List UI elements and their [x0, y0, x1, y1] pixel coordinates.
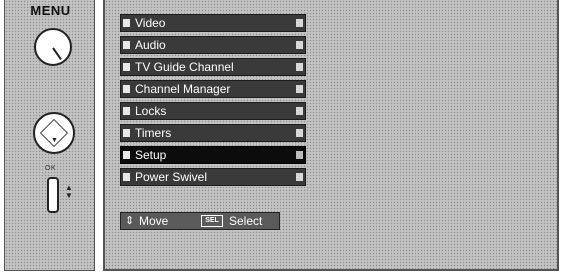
menu-item-end-cap [296, 173, 303, 181]
menu-item-tab [123, 107, 130, 115]
menu-item-tab [123, 151, 130, 159]
menu-item-end-cap [296, 151, 303, 159]
menu-item-locks[interactable]: Locks [120, 102, 306, 120]
menu-item-tab [123, 41, 130, 49]
dpad-down-arrow-icon: ▼ [51, 137, 58, 144]
menu-item-audio[interactable]: Audio [120, 36, 306, 54]
menu-item-label: Audio [135, 38, 166, 52]
channel-slider[interactable] [47, 177, 59, 213]
menu-item-timers[interactable]: Timers [120, 124, 306, 142]
menu-item-end-cap [296, 19, 303, 27]
menu-item-tab [123, 85, 130, 93]
menu-item-power-swivel[interactable]: Power Swivel [120, 168, 306, 186]
ok-label: OK [45, 165, 57, 172]
menu-button-icon[interactable] [34, 28, 72, 66]
menu-item-video[interactable]: Video [120, 14, 306, 32]
menu-title: MENU [30, 3, 71, 18]
remote-panel: MENU ▼ OK ▲ ▼ [4, 0, 95, 271]
menu-item-end-cap [296, 63, 303, 71]
menu-item-label: Channel Manager [135, 82, 231, 96]
menu-item-setup[interactable]: Setup [120, 146, 306, 164]
up-down-arrow-icon: ⇕ [125, 215, 135, 227]
menu-item-label: TV Guide Channel [135, 60, 234, 74]
menu-item-label: Video [135, 16, 166, 30]
menu-item-tab [123, 129, 130, 137]
menu-knob-indicator [52, 47, 62, 61]
select-hint-label: Select [229, 214, 263, 228]
menu-item-label: Power Swivel [135, 170, 208, 184]
menu-item-label: Setup [135, 148, 167, 162]
tv-screen: Video Audio TV Guide Channel Channel Man… [103, 0, 559, 271]
menu-item-tab [123, 19, 130, 27]
menu-item-end-cap [296, 41, 303, 49]
menu-item-tab [123, 173, 130, 181]
navigation-hint-bar: ⇕ Move SEL Select [120, 212, 280, 230]
menu-item-label: Locks [135, 104, 167, 118]
menu-item-tv-guide-channel[interactable]: TV Guide Channel [120, 58, 306, 76]
menu-item-end-cap [296, 129, 303, 137]
main-menu: Video Audio TV Guide Channel Channel Man… [120, 14, 306, 230]
dpad-icon[interactable]: ▼ [33, 112, 75, 154]
menu-item-end-cap [296, 85, 303, 93]
menu-item-label: Timers [135, 126, 172, 140]
menu-item-tab [123, 63, 130, 71]
menu-item-end-cap [296, 107, 303, 115]
slider-up-down-arrow-icon: ▲ ▼ [65, 183, 73, 200]
sel-key-icon: SEL [201, 215, 223, 227]
menu-item-channel-manager[interactable]: Channel Manager [120, 80, 306, 98]
move-hint-label: Move [139, 214, 169, 228]
